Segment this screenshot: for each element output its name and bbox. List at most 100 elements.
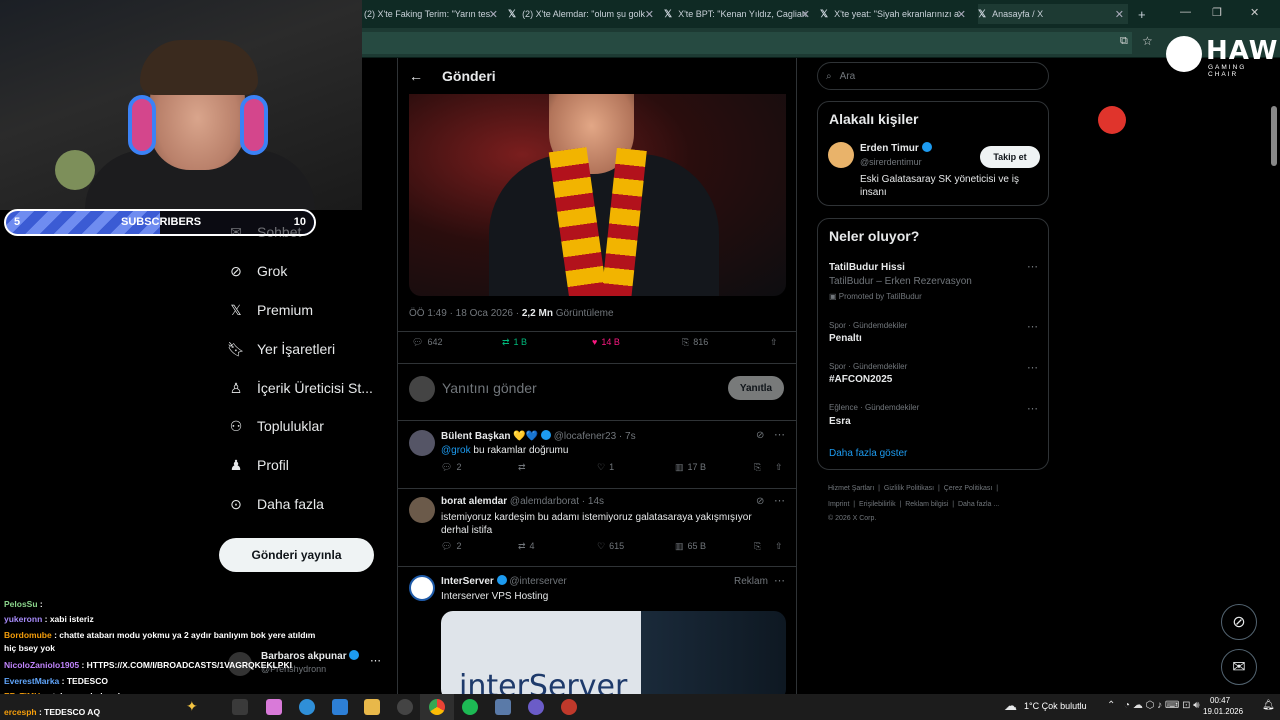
like-action[interactable]: ♡ 615 <box>597 541 624 552</box>
reply-action[interactable]: 💬︎ 2 <box>441 462 461 473</box>
repost-action[interactable]: ⇄ 4 <box>518 541 535 552</box>
grok-float-button[interactable]: ⊘ <box>1221 604 1257 640</box>
notifications-icon[interactable]: 🔔︎ <box>1262 700 1275 711</box>
avatar[interactable] <box>828 142 854 168</box>
nav-item-profile[interactable]: ♟ Profil <box>226 453 289 477</box>
post-button[interactable]: Gönderi yayınla <box>219 538 374 572</box>
more-icon[interactable]: ⋯ <box>774 494 785 507</box>
footer-link[interactable]: Reklam bilgisi <box>905 501 948 508</box>
copilot-sparkle-icon[interactable]: ✦ <box>186 698 198 715</box>
footer-link[interactable]: Imprint <box>828 501 849 508</box>
bookmark-star-icon[interactable]: ☆ <box>1142 34 1153 48</box>
avatar[interactable] <box>409 575 435 601</box>
discord-icon[interactable] <box>528 699 544 715</box>
share-action[interactable]: ⇧ <box>770 337 778 348</box>
task-view-icon[interactable] <box>232 699 248 715</box>
close-icon[interactable]: ✕ <box>645 8 654 21</box>
browser-tab[interactable]: 𝕏 (2) X'te Alemdar: "olum şu golk ✕ <box>508 4 658 24</box>
browser-tab-active[interactable]: 𝕏 Anasayfa / X ✕ <box>978 4 1128 24</box>
mention-link[interactable]: @grok <box>441 445 471 456</box>
spotify-icon[interactable] <box>462 699 478 715</box>
more-icon[interactable]: ⋯ <box>774 428 785 441</box>
edge-icon[interactable] <box>299 699 315 715</box>
bookmark-action[interactable]: ⎘ 816 <box>682 337 708 348</box>
footer-link[interactable]: Daha fazla ... <box>958 501 999 508</box>
nav-item-creator-studio[interactable]: ♙ İçerik Üreticisi St... <box>226 376 373 400</box>
bookmark-action[interactable]: ⎘ <box>754 541 761 552</box>
close-window-icon[interactable]: ✕ <box>1250 6 1259 19</box>
grok-icon[interactable]: ⊘ <box>756 430 764 441</box>
more-icon[interactable]: ⋯ <box>1027 320 1038 333</box>
minimize-icon[interactable]: — <box>1180 6 1191 18</box>
like-action[interactable]: ♥ 14 B <box>592 337 620 347</box>
back-arrow-icon[interactable]: ← <box>409 68 423 84</box>
more-icon[interactable]: ⋯ <box>1027 361 1038 374</box>
reply-input[interactable]: Yanıtını gönder <box>442 380 537 396</box>
author-name: Bülent Başkan 💛💙 <box>441 431 539 442</box>
nav-item-communities[interactable]: ⚇ Topluluklar <box>226 414 324 438</box>
reply-author[interactable]: Bülent Başkan 💛💙 @locafener23 · 7s <box>441 430 636 442</box>
bookmark-action[interactable]: ⎘ <box>754 462 761 473</box>
nav-item-bookmarks[interactable]: 🔖︎ Yer İşaretleri <box>226 337 335 361</box>
more-icon[interactable]: ⋯ <box>1027 402 1038 415</box>
clock-date[interactable]: 19.01.2026 <box>1203 707 1243 716</box>
browser-tab[interactable]: 𝕏 X'te BPT: "Kenan Yıldız, Cagliari ✕ <box>664 4 814 24</box>
new-tab-button[interactable]: + <box>1138 4 1152 24</box>
close-icon[interactable]: ✕ <box>957 8 966 21</box>
more-icon[interactable]: ⋯ <box>370 654 381 667</box>
restore-icon[interactable]: ❐ <box>1212 6 1222 19</box>
grok-icon[interactable]: ⊘ <box>756 496 764 507</box>
weather-text[interactable]: 1°C Çok bulutlu <box>1024 701 1087 711</box>
store-icon[interactable] <box>332 699 348 715</box>
obs-icon[interactable] <box>561 699 577 715</box>
footer-link[interactable]: Çerez Politikası <box>944 485 993 492</box>
reply-button[interactable]: Yanıtla <box>728 376 784 400</box>
app-icon[interactable] <box>495 699 511 715</box>
browser-tab[interactable]: (2) X'te Faking Terim: "Yarın tes ✕ <box>364 4 502 24</box>
tray-chevron-icon[interactable]: ⌃ <box>1107 700 1115 711</box>
chrome-taskbar-item-active[interactable] <box>420 694 454 720</box>
repost-action[interactable]: ⇄ 1 B <box>502 337 527 348</box>
more-icon[interactable]: ⋯ <box>1027 260 1038 273</box>
post-image[interactable] <box>409 94 786 296</box>
nav-item-more[interactable]: ⊙ Daha fazla <box>226 492 324 516</box>
copilot-icon[interactable] <box>266 699 282 715</box>
nav-item-chat[interactable]: ✉ Sohbet <box>226 220 301 244</box>
share-action[interactable]: ⇧ <box>775 462 783 473</box>
reply-author[interactable]: borat alemdar @alemdarborat · 14s <box>441 496 604 507</box>
avatar[interactable] <box>409 430 435 456</box>
footer-link[interactable]: Erişilebilirlik <box>859 501 896 508</box>
like-action[interactable]: ♡ 1 <box>597 462 614 473</box>
install-app-icon[interactable]: ⧉ <box>1120 35 1128 48</box>
url-field[interactable] <box>362 32 1132 54</box>
more-icon[interactable]: ⋯ <box>774 574 785 587</box>
ad-author[interactable]: InterServer @interserver <box>441 575 567 587</box>
hawk-icon <box>1166 36 1202 72</box>
footer-link[interactable]: Gizlilik Politikası <box>884 485 934 492</box>
close-icon[interactable]: ✕ <box>1115 8 1124 21</box>
avatar[interactable] <box>409 497 435 523</box>
xbox-icon[interactable] <box>397 699 413 715</box>
clock-time[interactable]: 00:47 <box>1210 696 1230 705</box>
footer-link[interactable]: Hizmet Şartları <box>828 485 874 492</box>
messages-float-button[interactable]: ✉ <box>1221 649 1257 685</box>
views-action[interactable]: ▥ 65 B <box>675 541 706 552</box>
follow-button[interactable]: Takip et <box>980 146 1040 168</box>
browser-tab[interactable]: 𝕏 X'te yeat: "Siyah ekranlarınızı a ✕ <box>820 4 970 24</box>
repost-action[interactable]: ⇄ <box>518 462 526 473</box>
close-icon[interactable]: ✕ <box>489 8 498 21</box>
ad-image[interactable]: interServer <box>441 611 786 694</box>
file-explorer-icon[interactable] <box>364 699 380 715</box>
tray-icons[interactable]: ◔ ☁ ⬡ ♪ ⌨ ⊡ 🔊︎ <box>1124 700 1200 711</box>
views-action[interactable]: ▥ 17 B <box>675 462 706 473</box>
show-more-link[interactable]: Daha fazla göster <box>829 448 907 459</box>
search-input[interactable]: ⌕ Ara <box>817 62 1049 90</box>
person-name[interactable]: Erden Timur <box>860 142 932 154</box>
close-icon[interactable]: ✕ <box>801 8 810 21</box>
nav-item-premium[interactable]: 𝕏 Premium <box>226 298 313 322</box>
share-action[interactable]: ⇧ <box>775 541 783 552</box>
reply-action[interactable]: 💬︎ 2 <box>441 541 461 552</box>
nav-item-grok[interactable]: ⊘ Grok <box>226 259 287 283</box>
reply-action[interactable]: 💬︎ 642 <box>412 337 442 348</box>
scrollbar-thumb[interactable] <box>1271 106 1277 166</box>
